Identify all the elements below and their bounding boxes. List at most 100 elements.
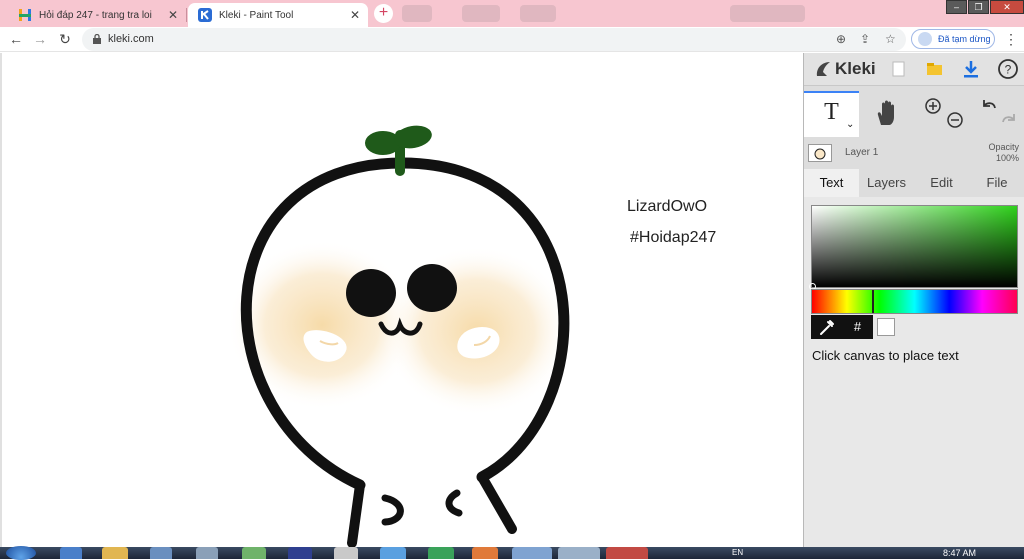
- back-arrow-icon[interactable]: ←: [8, 31, 24, 47]
- start-button[interactable]: [6, 546, 36, 560]
- taskbar-app-icon[interactable]: [242, 547, 266, 559]
- background-window: [730, 5, 805, 22]
- canvas-text-signature: LizardOwO: [627, 198, 708, 215]
- layer-thumbnail[interactable]: [808, 144, 832, 162]
- tab-file[interactable]: File: [969, 169, 1024, 197]
- open-folder-icon[interactable]: [924, 58, 946, 80]
- zoom-icon[interactable]: ⊕: [836, 32, 846, 46]
- hue-slider[interactable]: [811, 289, 1018, 314]
- kleki-side-panel: Kleki ? T ⌄ Layer 1 Opacity 100% Text La…: [803, 53, 1024, 547]
- lock-icon: [93, 34, 101, 44]
- text-tab-content: # Click canvas to place text: [804, 197, 1024, 547]
- taskbar-app-icon[interactable]: [380, 547, 406, 559]
- bookmark-star-icon[interactable]: ☆: [885, 32, 896, 46]
- opacity-value: 100%: [995, 153, 1019, 163]
- close-window-icon[interactable]: ✕: [990, 0, 1024, 14]
- layer-thumbnail-art: [814, 148, 826, 160]
- hue-slider-handle[interactable]: [872, 290, 874, 313]
- folder-icon[interactable]: [102, 547, 128, 559]
- left-eye: [346, 269, 396, 317]
- left-leg: [347, 480, 365, 547]
- eyedropper-icon: [820, 320, 834, 335]
- taskbar-app-icon[interactable]: [512, 547, 552, 559]
- drawing-canvas[interactable]: LizardOwO #Hoidap247: [0, 53, 803, 547]
- saturation-value-picker[interactable]: [809, 205, 1018, 290]
- current-color-swatch[interactable]: [877, 318, 895, 336]
- taskbar-app-icon[interactable]: [334, 547, 358, 559]
- taskbar-chrome-icon[interactable]: [606, 547, 648, 559]
- svg-text:?: ?: [1005, 63, 1012, 77]
- taskbar-app-icon[interactable]: [60, 547, 82, 559]
- taskbar-app-icon[interactable]: [472, 547, 498, 559]
- new-document-icon[interactable]: [887, 58, 909, 80]
- redo-icon[interactable]: [1000, 111, 1018, 129]
- eyedropper-button[interactable]: [811, 315, 842, 339]
- canvas-artwork: [227, 125, 572, 547]
- taskbar-app-icon[interactable]: [196, 547, 218, 559]
- kleki-logo: Kleki: [814, 59, 876, 79]
- left-hand: [381, 494, 404, 526]
- layer-name: Layer 1: [845, 147, 879, 158]
- tab-hoidap247[interactable]: Hỏi đáp 247 - trang tra loi ✕: [8, 3, 186, 27]
- taskbar-app-icon[interactable]: [288, 547, 312, 559]
- taskbar-app-icon[interactable]: [558, 547, 600, 559]
- text-tool-button[interactable]: T ⌄: [804, 91, 859, 137]
- close-tab-icon[interactable]: ✕: [350, 8, 360, 22]
- layer-preview-row[interactable]: Layer 1 Opacity 100%: [804, 138, 1024, 168]
- right-eye: [407, 264, 457, 312]
- panel-tabs: Text Layers Edit File: [804, 169, 1024, 197]
- undo-icon[interactable]: [980, 97, 998, 115]
- zoom-in-icon[interactable]: [924, 97, 942, 115]
- canvas-text-hashtag: #Hoidap247: [630, 229, 717, 246]
- background-window: [520, 5, 556, 22]
- share-icon[interactable]: ⇪: [860, 32, 870, 46]
- taskbar-clock[interactable]: 8:47 AM: [943, 548, 976, 558]
- layer-opacity: Opacity 100%: [988, 142, 1019, 164]
- opacity-label: Opacity: [988, 142, 1019, 152]
- forward-arrow-icon[interactable]: →: [32, 31, 48, 47]
- minimize-window-icon[interactable]: –: [946, 0, 967, 14]
- hoidap-favicon-icon: [19, 9, 31, 21]
- zoom-out-icon[interactable]: [946, 111, 964, 129]
- download-icon[interactable]: [960, 58, 982, 80]
- help-icon[interactable]: ?: [997, 58, 1019, 80]
- taskbar-app-icon[interactable]: [150, 547, 172, 559]
- background-window: [402, 5, 432, 22]
- panel-header: Kleki ?: [804, 53, 1024, 86]
- tool-row: T ⌄: [804, 91, 1024, 137]
- right-hand: [445, 489, 463, 517]
- tab-text[interactable]: Text: [804, 169, 859, 197]
- maximize-window-icon[interactable]: ❐: [968, 0, 989, 14]
- url-text: kleki.com: [108, 33, 154, 45]
- right-leg: [477, 472, 517, 534]
- tab-divider: [186, 8, 187, 22]
- tab-kleki[interactable]: Kleki - Paint Tool ✕: [188, 3, 368, 27]
- omnibox[interactable]: kleki.com ⊕ ⇪ ☆: [82, 28, 906, 51]
- text-tool-glyph: T: [824, 99, 839, 125]
- background-window: [462, 5, 500, 22]
- language-indicator[interactable]: EN: [732, 548, 743, 557]
- kleki-logo-icon: [816, 62, 830, 76]
- new-tab-button[interactable]: +: [374, 4, 393, 23]
- windows-taskbar: EN 8:47 AM: [0, 546, 1024, 560]
- taskbar-app-icon[interactable]: [428, 547, 454, 559]
- tab-edit[interactable]: Edit: [914, 169, 969, 197]
- kleki-favicon-icon: [198, 8, 212, 22]
- tab-title: Kleki - Paint Tool: [219, 9, 294, 21]
- right-cheek-mark: [457, 327, 500, 359]
- browser-tab-strip: Hỏi đáp 247 - trang tra loi ✕ Kleki - Pa…: [0, 0, 1024, 27]
- close-tab-icon[interactable]: ✕: [168, 8, 178, 22]
- tab-layers[interactable]: Layers: [859, 169, 914, 197]
- chevron-down-icon[interactable]: ⌄: [846, 119, 854, 130]
- profile-paused-button[interactable]: Đã tạm dừng: [911, 29, 995, 49]
- browser-menu-icon[interactable]: ⋮: [1004, 31, 1018, 48]
- pause-label: Đã tạm dừng: [938, 34, 991, 44]
- avatar: [918, 32, 932, 46]
- text-tool-hint: Click canvas to place text: [812, 348, 959, 363]
- tab-title: Hỏi đáp 247 - trang tra loi: [39, 9, 152, 21]
- address-bar-row: ← → ↻ kleki.com ⊕ ⇪ ☆ Đã tạm dừng ⋮: [0, 27, 1024, 52]
- hex-input-button[interactable]: #: [842, 315, 873, 339]
- hand-tool-icon[interactable]: [874, 99, 900, 127]
- kleki-logo-text: Kleki: [835, 59, 876, 78]
- reload-icon[interactable]: ↻: [57, 31, 73, 48]
